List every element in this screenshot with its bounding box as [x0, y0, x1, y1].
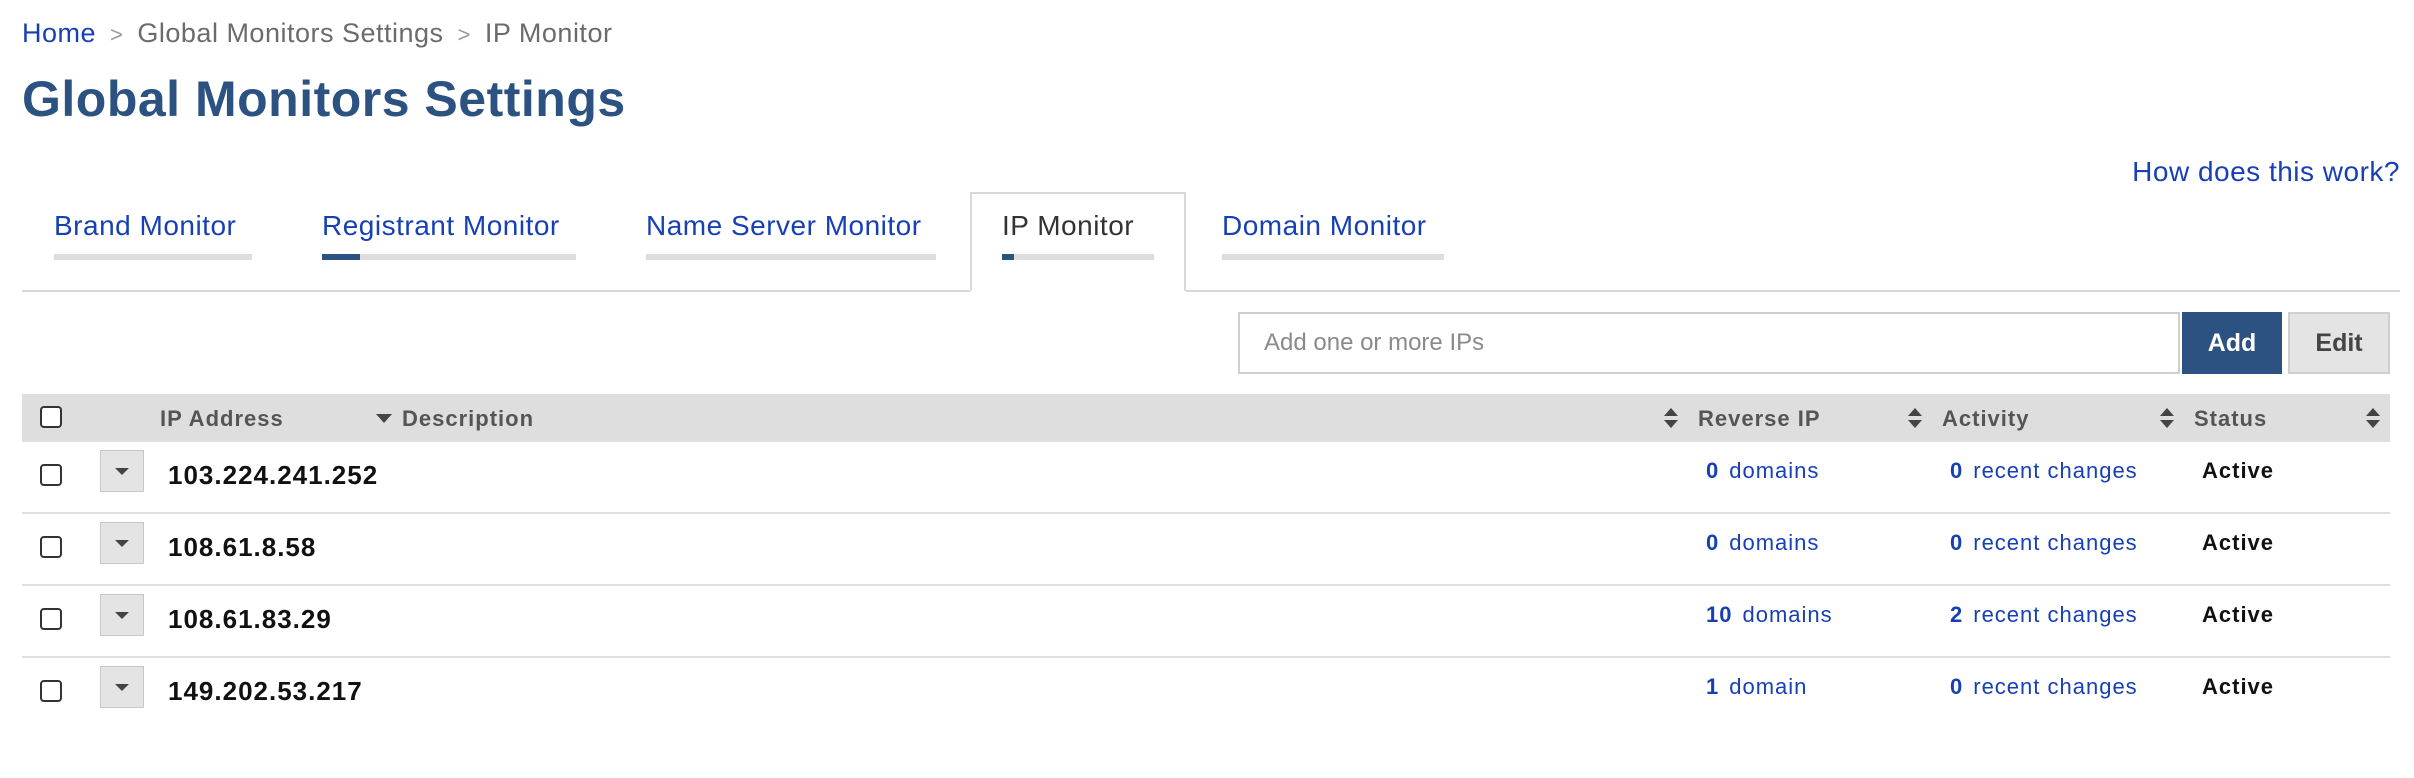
tab-label: IP Monitor — [1002, 210, 1135, 241]
tab-progress-bar — [322, 254, 576, 260]
activity-link[interactable]: 0 recent changes — [1950, 530, 2138, 556]
column-header-reverse-ip[interactable]: Reverse IP — [1698, 406, 1821, 432]
how-does-this-work-link[interactable]: How does this work? — [2132, 156, 2400, 188]
reverse-ip-unit: domains — [1742, 602, 1833, 627]
tab-domain-monitor[interactable]: Domain Monitor — [1190, 192, 1450, 290]
activity-unit: recent changes — [1973, 530, 2138, 555]
table-row: 108.61.83.29 10 domains 2 recent changes A… — [22, 586, 2390, 658]
reverse-ip-count: 10 — [1706, 602, 1733, 627]
status-text: Active — [2202, 674, 2275, 699]
tab-name-server-monitor[interactable]: Name Server Monitor — [614, 192, 936, 290]
breadcrumb-separator: > — [457, 22, 471, 47]
activity-link[interactable]: 0 recent changes — [1950, 458, 2138, 484]
reverse-ip-unit: domains — [1729, 530, 1820, 555]
breadcrumb: Home > Global Monitors Settings > IP Monitor — [22, 18, 612, 49]
tab-progress-fill — [1002, 254, 1015, 260]
activity-count: 0 — [1950, 458, 1964, 483]
sort-icon[interactable] — [1664, 408, 1678, 428]
reverse-ip-count: 1 — [1706, 674, 1720, 699]
activity-count: 0 — [1950, 674, 1964, 699]
ip-monitor-table: IP Address Description Reverse IP Activi… — [22, 394, 2390, 728]
row-checkbox[interactable] — [40, 536, 62, 558]
reverse-ip-link[interactable]: 1 domain — [1706, 674, 1807, 700]
tab-progress-bar — [1002, 254, 1154, 260]
reverse-ip-unit: domains — [1729, 458, 1820, 483]
row-checkbox[interactable] — [40, 464, 62, 486]
sort-icon[interactable] — [2366, 408, 2380, 428]
tab-progress-bar — [646, 254, 936, 260]
tab-label: Brand Monitor — [54, 210, 237, 241]
ip-address: 108.61.83.29 — [168, 604, 332, 634]
select-all-checkbox[interactable] — [40, 406, 62, 428]
tab-label: Domain Monitor — [1222, 210, 1427, 241]
sort-desc-icon[interactable] — [376, 414, 392, 423]
reverse-ip-unit: domain — [1729, 674, 1808, 699]
activity-unit: recent changes — [1973, 458, 2138, 483]
monitor-tabs: Brand Monitor Registrant Monitor Name Se… — [22, 192, 2400, 292]
table-row: 103.224.241.252 0 domains 0 recent changes… — [22, 442, 2390, 514]
column-header-activity[interactable]: Activity — [1942, 406, 2029, 432]
tab-ip-monitor[interactable]: IP Monitor — [970, 192, 1186, 292]
column-header-status[interactable]: Status — [2194, 406, 2267, 432]
tab-label: Name Server Monitor — [646, 210, 922, 241]
reverse-ip-link[interactable]: 0 domains — [1706, 530, 1819, 556]
status-text: Active — [2202, 602, 2275, 627]
ip-address: 103.224.241.252 — [168, 460, 379, 490]
reverse-ip-link[interactable]: 10 domains — [1706, 602, 1833, 628]
tab-progress-fill — [322, 254, 361, 260]
tab-registrant-monitor[interactable]: Registrant Monitor — [290, 192, 576, 290]
page: Home > Global Monitors Settings > IP Monitor… — [0, 0, 2414, 778]
expand-row-button[interactable] — [100, 594, 144, 636]
status-text: Active — [2202, 458, 2275, 483]
column-header-ip-address[interactable]: IP Address — [160, 406, 284, 432]
ip-address: 108.61.8.58 — [168, 532, 317, 562]
page-title: Global Monitors Settings — [22, 71, 626, 127]
breadcrumb-home-link[interactable]: Home — [22, 18, 96, 48]
expand-row-button[interactable] — [100, 666, 144, 708]
activity-link[interactable]: 2 recent changes — [1950, 602, 2138, 628]
column-header-description[interactable]: Description — [402, 406, 534, 432]
ip-address: 149.202.53.217 — [168, 676, 363, 706]
add-ip-input[interactable] — [1238, 312, 2180, 374]
row-checkbox[interactable] — [40, 608, 62, 630]
table-header: IP Address Description Reverse IP Activi… — [22, 394, 2390, 442]
activity-link[interactable]: 0 recent changes — [1950, 674, 2138, 700]
tab-brand-monitor[interactable]: Brand Monitor — [22, 192, 252, 290]
reverse-ip-count: 0 — [1706, 458, 1720, 483]
tab-progress-bar — [54, 254, 252, 260]
reverse-ip-count: 0 — [1706, 530, 1720, 555]
breadcrumb-parent: Global Monitors Settings — [137, 18, 444, 48]
activity-unit: recent changes — [1973, 602, 2138, 627]
table-row: 149.202.53.217 1 domain 0 recent changes A… — [22, 658, 2390, 728]
sort-icon[interactable] — [1908, 408, 1922, 428]
expand-row-button[interactable] — [100, 450, 144, 492]
reverse-ip-link[interactable]: 0 domains — [1706, 458, 1819, 484]
status-text: Active — [2202, 530, 2275, 555]
tab-label: Registrant Monitor — [322, 210, 560, 241]
breadcrumb-separator: > — [110, 22, 124, 47]
activity-count: 2 — [1950, 602, 1964, 627]
activity-unit: recent changes — [1973, 674, 2138, 699]
edit-button[interactable]: Edit — [2288, 312, 2390, 374]
breadcrumb-current: IP Monitor — [484, 18, 613, 48]
add-button[interactable]: Add — [2182, 312, 2282, 374]
activity-count: 0 — [1950, 530, 1964, 555]
table-row: 108.61.8.58 0 domains 0 recent changes Act… — [22, 514, 2390, 586]
tab-progress-bar — [1222, 254, 1444, 260]
expand-row-button[interactable] — [100, 522, 144, 564]
row-checkbox[interactable] — [40, 680, 62, 702]
sort-icon[interactable] — [2160, 408, 2174, 428]
